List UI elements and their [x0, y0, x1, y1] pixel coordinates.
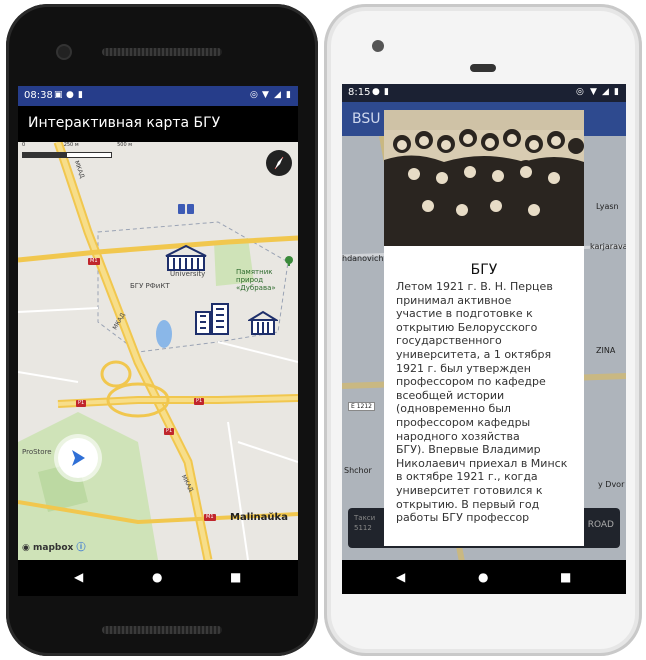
location-icon: ◎: [576, 87, 584, 97]
library-building-icon[interactable]: [248, 310, 278, 336]
battery-icon: ▮: [286, 90, 291, 100]
mapbox-label: mapbox: [33, 543, 74, 553]
status-bar: 8:15 ● ▮ ◎ ▼ ◢ ▮: [342, 84, 626, 102]
scale-label-0: 0: [22, 142, 26, 148]
battery-icon: ▮: [614, 87, 619, 97]
sd-card-icon: ▮: [384, 87, 389, 97]
dialog-line: открытию Белорусского: [396, 320, 538, 334]
university-building-icon[interactable]: [164, 244, 208, 272]
dialog-line: университета, а 1 октября: [396, 347, 552, 361]
dialog-line: работы БГУ профессор: [396, 511, 530, 525]
dialog-line: в октябре 1921 г., когда: [396, 470, 538, 484]
dialog-line: 1921 г. был утвержден: [396, 361, 531, 375]
dormitory-building-icon[interactable]: [194, 300, 230, 336]
info-icon[interactable]: ⓘ: [76, 543, 85, 553]
dialog-line: (одновременно был: [396, 402, 511, 416]
road-tag-p1c: P1: [164, 428, 175, 435]
notification-icon: ▣: [54, 90, 63, 100]
nav-bar: ◀ ● ■: [18, 560, 298, 596]
compass-button[interactable]: [266, 150, 292, 176]
nav-bar: ◀ ● ■: [342, 560, 626, 594]
app-notification-icon: ●: [66, 90, 74, 100]
historical-group-photo: [384, 110, 584, 246]
road-tag-m1a: M1: [88, 258, 100, 265]
app-title: Интерактивная карта БГУ: [28, 115, 221, 131]
back-button[interactable]: ◀: [74, 570, 83, 584]
bottom-speaker: [102, 626, 222, 634]
signal-icon: ◢: [274, 90, 281, 100]
home-button[interactable]: ●: [478, 570, 488, 584]
label-shchor: Shchor: [344, 466, 372, 475]
dialog-body: Летом 1921 г. В. Н. Перцев принимал акти…: [396, 280, 576, 525]
recents-button[interactable]: ■: [560, 570, 571, 584]
phone2-screen: 8:15 ● ▮ ◎ ▼ ◢ ▮ BSU Lyasn hdanovich kar…: [342, 84, 626, 594]
label-lyasn: Lyasn: [596, 202, 619, 211]
status-time: 08:38: [24, 90, 53, 101]
group-photo-image: [384, 110, 584, 246]
status-bar: 08:38 ▣ ● ▮ ◎ ▼ ◢ ▮: [18, 86, 298, 106]
dialog-line: принимал активное: [396, 293, 512, 307]
navigation-arrow-icon: [72, 450, 85, 466]
map-roads: [18, 142, 298, 560]
label-park: Памятник природ «Дубрава»: [236, 268, 276, 292]
location-icon: ◎: [250, 90, 258, 100]
label-karjarava: karjarava: [590, 242, 626, 251]
mapbox-logo-icon: ◉: [22, 543, 30, 553]
app-notification-icon: ●: [372, 87, 380, 97]
dialog-line: государственного: [396, 334, 502, 348]
scale-label-2: 500 м: [117, 142, 132, 148]
wifi-icon: ▼: [262, 90, 269, 100]
app-title: BSU: [352, 111, 381, 127]
label-hdanovich: hdanovich: [342, 254, 384, 263]
dialog-line: народного хозяйства: [396, 429, 520, 443]
dialog-line: профессором кафедры: [396, 415, 531, 429]
app-bar: Интерактивная карта БГУ: [18, 106, 298, 142]
bottom-card-road: ROAD: [587, 520, 614, 530]
scale-bar: [22, 152, 112, 158]
status-time: 8:15: [348, 87, 371, 98]
dialog-line: Николаевич приехал в Минск: [396, 456, 568, 470]
wifi-icon: ▼: [590, 87, 597, 97]
dialog-line: профессором по кафедре: [396, 375, 546, 389]
front-camera: [372, 40, 384, 52]
park-icon: [285, 256, 293, 266]
dialog-title: БГУ: [470, 262, 498, 278]
label-malinauka: Malinaŭka: [230, 512, 288, 523]
compass-icon: [274, 156, 284, 170]
top-speaker: [470, 64, 496, 72]
locate-me-button[interactable]: [58, 438, 98, 478]
scale-label-1: 250 м: [63, 142, 79, 148]
bus-stop-icon[interactable]: [178, 204, 194, 216]
road-tag-p1b: P1: [194, 398, 205, 405]
top-speaker: [102, 48, 222, 56]
label-e1212: E 1212: [348, 402, 375, 411]
phone1-screen: 08:38 ▣ ● ▮ ◎ ▼ ◢ ▮ Интерактивная карта …: [18, 86, 298, 560]
map-view[interactable]: 0 250 м 500 м University БГУ РФиКТ Памят…: [18, 142, 298, 560]
dialog-line: Летом 1921 г. В. Н. Перцев: [396, 280, 553, 293]
bottom-card-line1: Такси: [354, 514, 376, 522]
dialog-line: участие в подготовке к: [396, 307, 533, 321]
label-y-dvor: y Dvor: [598, 480, 625, 489]
road-tag-m1b: M1: [204, 514, 216, 521]
back-button[interactable]: ◀: [396, 570, 405, 584]
road-tag-p1a: P1: [76, 400, 87, 407]
label-bgu-rfict: БГУ РФиКТ: [130, 282, 170, 290]
label-university: University: [170, 270, 206, 278]
bottom-card-line2: 5112: [354, 524, 372, 532]
home-button[interactable]: ●: [152, 570, 162, 584]
label-zina: ZINA: [596, 346, 616, 355]
signal-icon: ◢: [602, 87, 609, 97]
front-camera: [58, 46, 70, 58]
label-prostore: ProStore: [22, 448, 52, 456]
mapbox-attribution[interactable]: ◉ mapbox ⓘ: [22, 540, 85, 553]
recents-button[interactable]: ■: [230, 570, 241, 584]
dialog-line: всеобщей истории: [396, 388, 505, 402]
sd-card-icon: ▮: [78, 90, 83, 100]
dialog-line: открытию. В первый год: [396, 497, 540, 511]
dialog-line: университет готовился к: [396, 483, 543, 497]
info-dialog[interactable]: БГУ Летом 1921 г. В. Н. Перцев принимал …: [384, 110, 584, 546]
scale-labels: 0 250 м 500 м: [22, 142, 132, 148]
dialog-line: БГУ). Впервые Владимир: [396, 443, 541, 457]
